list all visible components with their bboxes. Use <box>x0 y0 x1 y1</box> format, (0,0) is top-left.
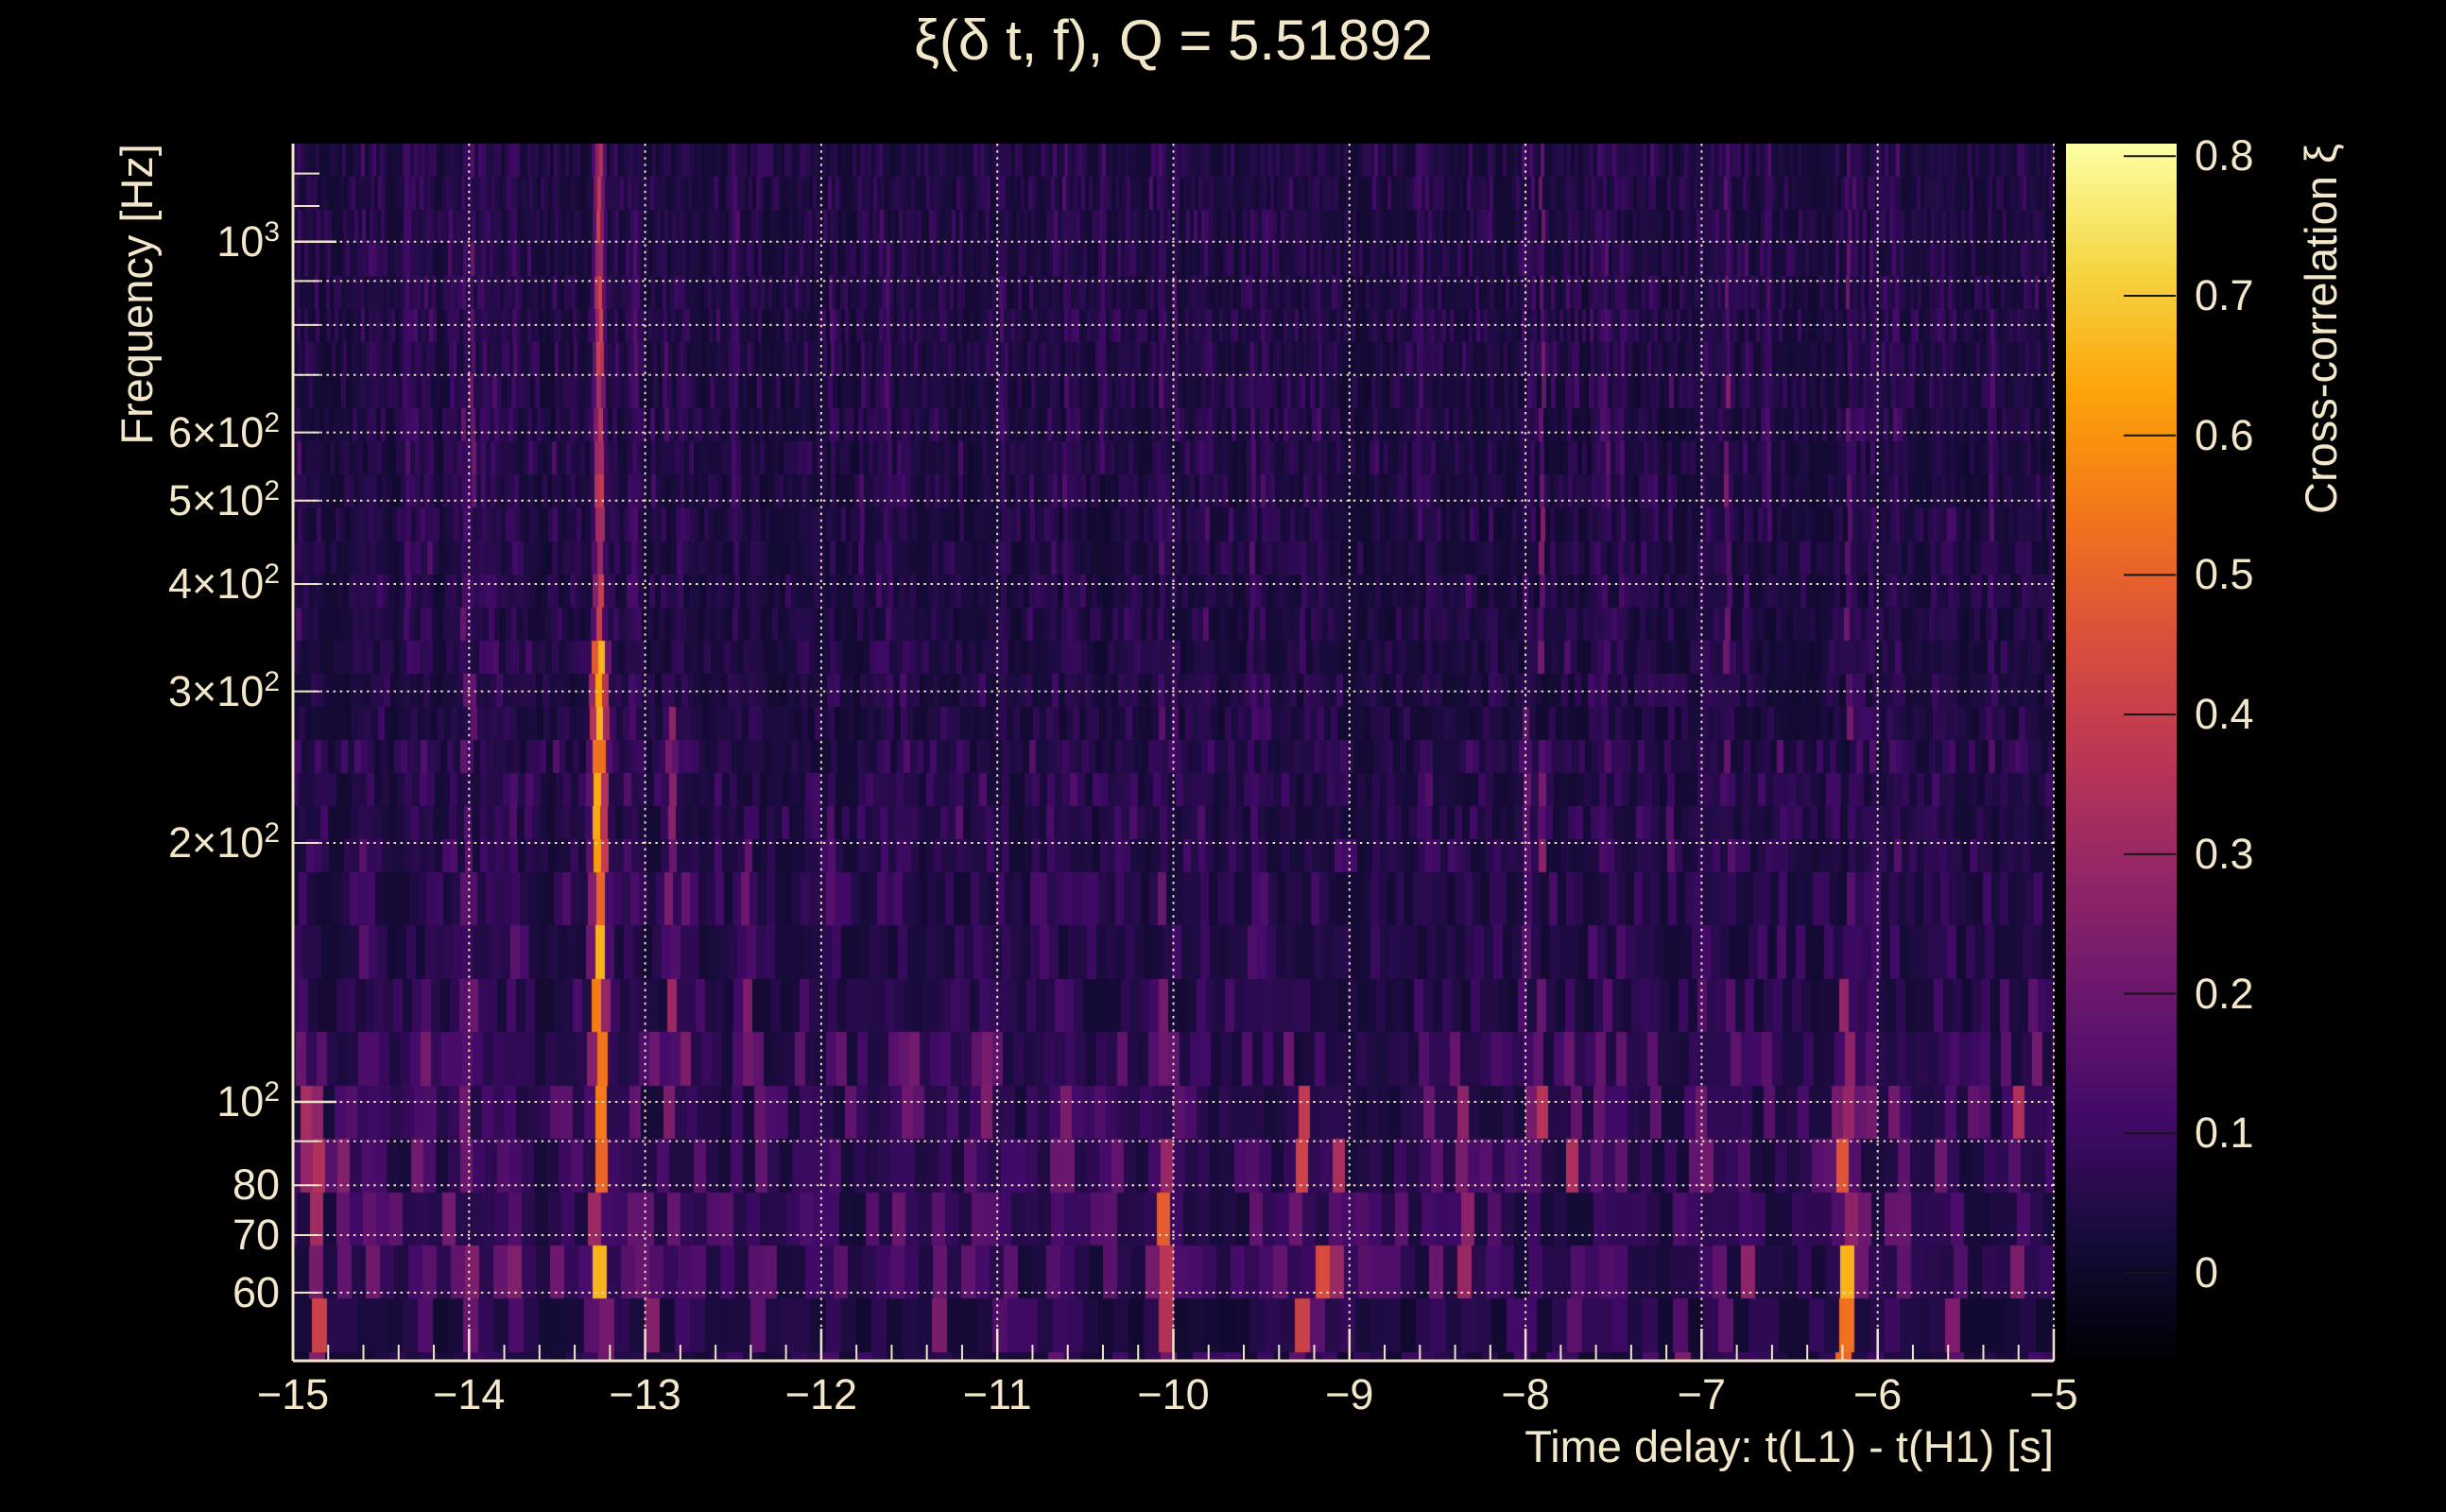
y-tick-exponent: 2 <box>264 816 280 849</box>
chart-title: ξ(δ t, f), Q = 5.51892 <box>914 9 1433 72</box>
y-tick-exponent: 3 <box>264 215 280 248</box>
x-tick-label: −5 <box>2029 1370 2078 1418</box>
y-tick-exponent: 2 <box>264 1075 280 1108</box>
x-tick-label: −9 <box>1325 1370 1374 1418</box>
colorbar-tick-label: 0.5 <box>2195 550 2254 599</box>
y-tick-label: 5×102 <box>62 473 280 528</box>
y-tick-mantissa: 60 <box>232 1267 280 1316</box>
root-canvas-window: −15 −14 −13 −12 −11 −10 −9 −8 −7 −6 −5 103 6×102 5×10… <box>0 0 2446 1512</box>
x-tick-label: −6 <box>1853 1370 1903 1418</box>
y-tick-label: 102 <box>62 1074 280 1129</box>
colorbar-title: Cross-correlation ξ <box>2296 144 2346 514</box>
colorbar-tick-label: 0.4 <box>2195 690 2254 739</box>
colorbar-tick-label: 0.1 <box>2195 1108 2254 1158</box>
y-tick-label: 60 <box>62 1265 280 1320</box>
y-tick-label: 4×102 <box>62 557 280 611</box>
y-tick-mantissa: 80 <box>232 1160 280 1210</box>
y-tick-mantissa: 10 <box>216 216 265 266</box>
y-tick-label: 70 <box>62 1208 280 1263</box>
y-axis-title: Frequency [Hz] <box>112 144 162 445</box>
x-tick-label: −10 <box>1137 1370 1210 1418</box>
y-tick-exponent: 2 <box>264 406 280 438</box>
colorbar-tick-label: 0.6 <box>2195 410 2254 459</box>
colorbar-tick-label: 0.8 <box>2195 131 2254 180</box>
colorbar-tick-label: 0.3 <box>2195 829 2254 878</box>
x-tick-label: −13 <box>609 1370 681 1418</box>
colorbar-tick-label: 0.7 <box>2195 271 2254 319</box>
x-tick-label: −12 <box>784 1370 858 1418</box>
heatmap-plot-area <box>293 144 2054 1361</box>
colorbar-tick-label: 0 <box>2195 1247 2219 1297</box>
x-tick-label: −15 <box>256 1370 330 1418</box>
x-tick-label: −7 <box>1677 1370 1727 1418</box>
x-tick-label: −11 <box>962 1370 1032 1418</box>
x-tick-label: −14 <box>433 1370 506 1418</box>
y-tick-exponent: 2 <box>264 665 280 697</box>
x-axis-title: Time delay: t(L1) - t(H1) [s] <box>1524 1421 2054 1471</box>
y-tick-label: 6×102 <box>62 405 280 460</box>
y-tick-mantissa: 6×10 <box>167 407 265 456</box>
y-tick-label: 80 <box>62 1158 280 1212</box>
y-tick-exponent: 2 <box>264 474 280 507</box>
y-tick-mantissa: 2×10 <box>167 817 265 867</box>
y-tick-mantissa: 70 <box>232 1210 280 1259</box>
y-tick-mantissa: 3×10 <box>167 666 265 715</box>
y-tick-label: 3×102 <box>62 664 280 719</box>
colorbar-gradient <box>2066 144 2177 1361</box>
y-tick-label: 2×102 <box>62 816 280 870</box>
y-tick-mantissa: 4×10 <box>167 558 265 608</box>
y-tick-mantissa: 10 <box>216 1076 265 1125</box>
y-tick-mantissa: 5×10 <box>167 475 265 524</box>
y-tick-label: 103 <box>62 215 280 269</box>
colorbar-tick-label: 0.2 <box>2195 969 2254 1018</box>
y-tick-exponent: 2 <box>264 558 280 590</box>
x-tick-label: −8 <box>1501 1370 1550 1418</box>
